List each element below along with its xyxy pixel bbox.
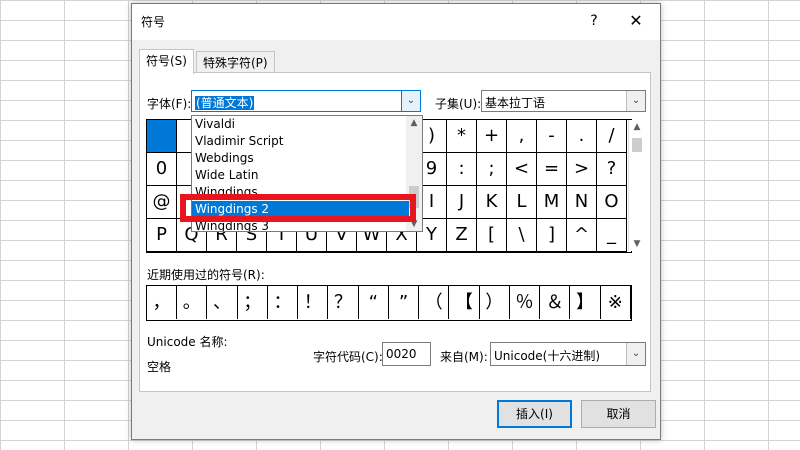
highlight-annotation (180, 194, 416, 222)
symbol-cell[interactable]: [ (477, 219, 507, 252)
symbol-grid-scrollbar[interactable]: ▲ ▼ (628, 120, 645, 251)
symbol-cell[interactable]: - (537, 120, 567, 153)
subset-select[interactable]: 基本拉丁语 ⌄ (481, 90, 646, 112)
font-option[interactable]: Vivaldi (192, 116, 409, 133)
symbol-cell[interactable]: O (597, 186, 627, 219)
recent-symbol-cell[interactable]: ？ (329, 286, 359, 319)
close-button[interactable]: ✕ (625, 10, 647, 32)
recent-symbol-cell[interactable]: 、 (208, 286, 238, 319)
symbol-cell[interactable]: L (507, 186, 537, 219)
symbol-cell[interactable]: N (567, 186, 597, 219)
font-option[interactable]: Webdings (192, 150, 409, 167)
symbol-cell[interactable]: : (447, 153, 477, 186)
scroll-down-icon[interactable]: ▼ (629, 239, 645, 249)
symbol-cell[interactable]: 0 (147, 153, 177, 186)
symbol-cell[interactable]: @ (147, 186, 177, 219)
from-select-value: Unicode(十六进制) (494, 349, 601, 363)
title-bar: 符号 ? ✕ (132, 4, 660, 40)
font-select-value: (普通文本) (195, 96, 255, 110)
symbol-cell[interactable]: ] (537, 219, 567, 252)
symbol-cell[interactable]: ; (477, 153, 507, 186)
scroll-thumb[interactable] (632, 138, 642, 152)
chevron-down-icon[interactable]: ⌄ (401, 91, 420, 111)
symbol-cell[interactable]: < (507, 153, 537, 186)
insert-button[interactable]: 插入(I) (497, 400, 572, 428)
subset-label: 子集(U): (435, 97, 482, 111)
recent-symbols-grid: ，。、；：！？ “” （【）％＆】 ※ (146, 285, 632, 321)
symbol-cell[interactable] (147, 120, 177, 153)
char-code-input[interactable]: 0020 (382, 342, 431, 366)
symbol-cell[interactable]: > (567, 153, 597, 186)
char-code-label: 字符代码(C): (313, 350, 383, 364)
symbol-cell[interactable]: J (447, 186, 477, 219)
recent-symbol-cell[interactable]: ” (389, 286, 419, 319)
recent-symbol-cell[interactable]: ； (238, 286, 268, 319)
scroll-up-icon[interactable]: ▲ (629, 122, 645, 132)
tab-special-characters[interactable]: 特殊字符(P) (196, 51, 275, 74)
symbol-cell[interactable]: * (447, 120, 477, 153)
symbol-cell[interactable]: Z (447, 219, 477, 252)
cancel-button[interactable]: 取消 (581, 400, 656, 428)
recent-symbol-cell[interactable]: “ (359, 286, 389, 319)
symbol-cell[interactable]: \ (507, 219, 537, 252)
recent-symbol-cell[interactable]: 【 (450, 286, 480, 319)
tab-symbols[interactable]: 符号(S) (139, 49, 194, 74)
recent-symbol-cell[interactable]: ！ (298, 286, 329, 319)
from-label: 来自(M): (440, 350, 488, 364)
recent-symbol-cell[interactable]: ， (147, 286, 177, 319)
chevron-down-icon[interactable]: ⌄ (626, 343, 645, 365)
symbol-cell[interactable]: ? (597, 153, 627, 186)
font-label: 字体(F): (147, 97, 192, 111)
chevron-down-icon[interactable]: ⌄ (626, 91, 645, 111)
symbol-cell[interactable]: , (507, 120, 537, 153)
font-select[interactable]: (普通文本) ⌄ (191, 90, 421, 112)
unicode-name-value: 空格 (147, 360, 172, 374)
help-button[interactable]: ? (583, 10, 605, 32)
recent-symbols-label: 近期使用过的符号(R): (147, 268, 265, 282)
symbol-cell[interactable]: _ (597, 219, 627, 252)
recent-symbol-cell[interactable]: 。 (177, 286, 208, 319)
recent-symbol-cell[interactable]: ※ (601, 286, 631, 319)
symbol-cell[interactable]: . (567, 120, 597, 153)
recent-symbol-cell[interactable]: （ (419, 286, 450, 319)
symbol-cell[interactable]: = (537, 153, 567, 186)
recent-symbol-cell[interactable]: ） (480, 286, 510, 319)
recent-symbol-cell[interactable]: ： (268, 286, 298, 319)
symbol-cell[interactable]: K (477, 186, 507, 219)
symbol-cell[interactable]: P (147, 219, 177, 252)
symbol-cell[interactable]: / (597, 120, 627, 153)
font-option[interactable]: Vladimir Script (192, 133, 409, 150)
font-option[interactable]: Wide Latin (192, 167, 409, 184)
from-select[interactable]: Unicode(十六进制) ⌄ (490, 342, 646, 366)
recent-symbol-cell[interactable]: ％ (510, 286, 540, 319)
recent-symbol-cell[interactable]: 】 (571, 286, 601, 319)
recent-symbol-cell[interactable]: ＆ (540, 286, 571, 319)
dialog-title: 符号 (141, 15, 166, 29)
symbol-cell[interactable]: ^ (567, 219, 597, 252)
symbol-cell[interactable]: + (477, 120, 507, 153)
subset-select-value: 基本拉丁语 (485, 96, 546, 110)
symbol-cell[interactable]: M (537, 186, 567, 219)
unicode-name-label: Unicode 名称: (147, 335, 228, 349)
